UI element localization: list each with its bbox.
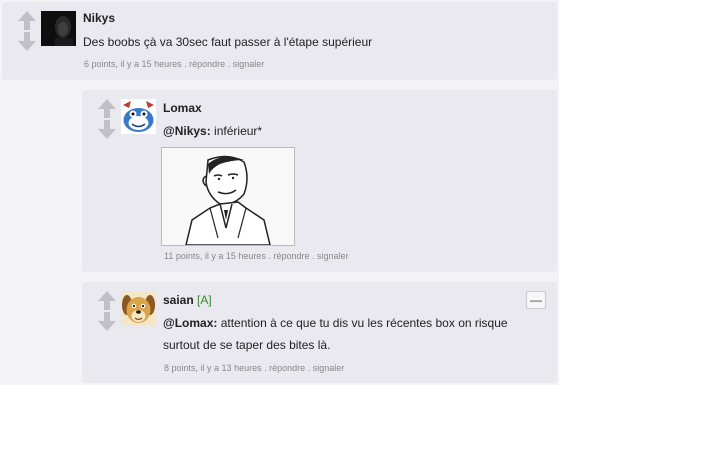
upvote-arrow-icon[interactable]	[18, 11, 36, 30]
report-link[interactable]: signaler	[233, 59, 265, 69]
reply-link[interactable]: répondre	[189, 59, 225, 69]
meta-separator: .	[307, 363, 311, 373]
user-mention[interactable]: @Nikys:	[163, 124, 211, 138]
upvote-arrow-icon[interactable]	[98, 291, 116, 310]
reply-link[interactable]: répondre	[269, 363, 305, 373]
vote-arrows	[96, 99, 118, 139]
timestamp: il y a 13 heures	[200, 363, 262, 373]
comment-text: @Lomax: attention à ce que tu dis vu les…	[163, 316, 508, 330]
username[interactable]: Lomax	[163, 101, 202, 115]
username[interactable]: Nikys	[83, 11, 115, 25]
comment-saian: saian [A] — @Lomax: attention à ce que t…	[82, 282, 557, 383]
comment-body-line1: attention à ce que tu dis vu les récente…	[217, 316, 508, 330]
comment-body-line2: surtout de se taper des bites là.	[163, 338, 331, 352]
blue-cartoon-avatar-icon	[121, 99, 156, 134]
comment-meta: 11 points, il y a 15 heures . répondre .…	[164, 251, 349, 261]
comment-text: @Nikys: inférieur*	[163, 124, 262, 138]
meta-separator: .	[264, 363, 267, 373]
vote-arrows	[96, 291, 118, 331]
user-mention[interactable]: @Lomax:	[163, 316, 217, 330]
meta-separator: .	[268, 251, 271, 261]
comment-lomax: Lomax @Nikys: inférieur* 11 points, il y…	[82, 90, 557, 272]
timestamp: il y a 15 heures	[204, 251, 266, 261]
report-link[interactable]: signaler	[313, 363, 345, 373]
report-link[interactable]: signaler	[317, 251, 349, 261]
admin-badge: [A]	[197, 293, 212, 307]
meta-separator: .	[227, 59, 231, 69]
meme-face-icon	[162, 148, 294, 245]
avatar[interactable]	[41, 11, 76, 46]
vote-arrows	[16, 11, 38, 51]
comment-meta: 8 points, il y a 13 heures . répondre . …	[164, 363, 345, 373]
points-count: 8 points	[164, 363, 196, 373]
username-row: saian [A]	[163, 293, 212, 307]
cartoon-dog-avatar-icon	[121, 291, 156, 326]
comment-body: inférieur*	[210, 124, 263, 138]
dark-hooded-avatar-icon	[41, 11, 76, 46]
meta-separator: .	[184, 59, 187, 69]
username[interactable]: saian	[163, 293, 194, 307]
downvote-arrow-icon[interactable]	[98, 120, 116, 139]
meta-separator: .	[312, 251, 315, 261]
downvote-arrow-icon[interactable]	[98, 312, 116, 331]
comment-text: Des boobs çà va 30sec faut passer à l'ét…	[83, 35, 373, 49]
points-count: 6 points	[84, 59, 116, 69]
avatar[interactable]	[121, 291, 156, 326]
downvote-arrow-icon[interactable]	[18, 32, 36, 51]
collapse-button[interactable]: —	[526, 291, 546, 309]
timestamp: il y a 15 heures	[120, 59, 182, 69]
comment-meta: 6 points, il y a 15 heures . répondre . …	[84, 59, 265, 69]
comment-nikys: Nikys Des boobs çà va 30sec faut passer …	[2, 2, 557, 80]
comment-image[interactable]	[161, 147, 295, 246]
upvote-arrow-icon[interactable]	[98, 99, 116, 118]
avatar[interactable]	[121, 99, 156, 134]
reply-link[interactable]: répondre	[273, 251, 309, 261]
points-count: 11 points	[164, 251, 200, 261]
